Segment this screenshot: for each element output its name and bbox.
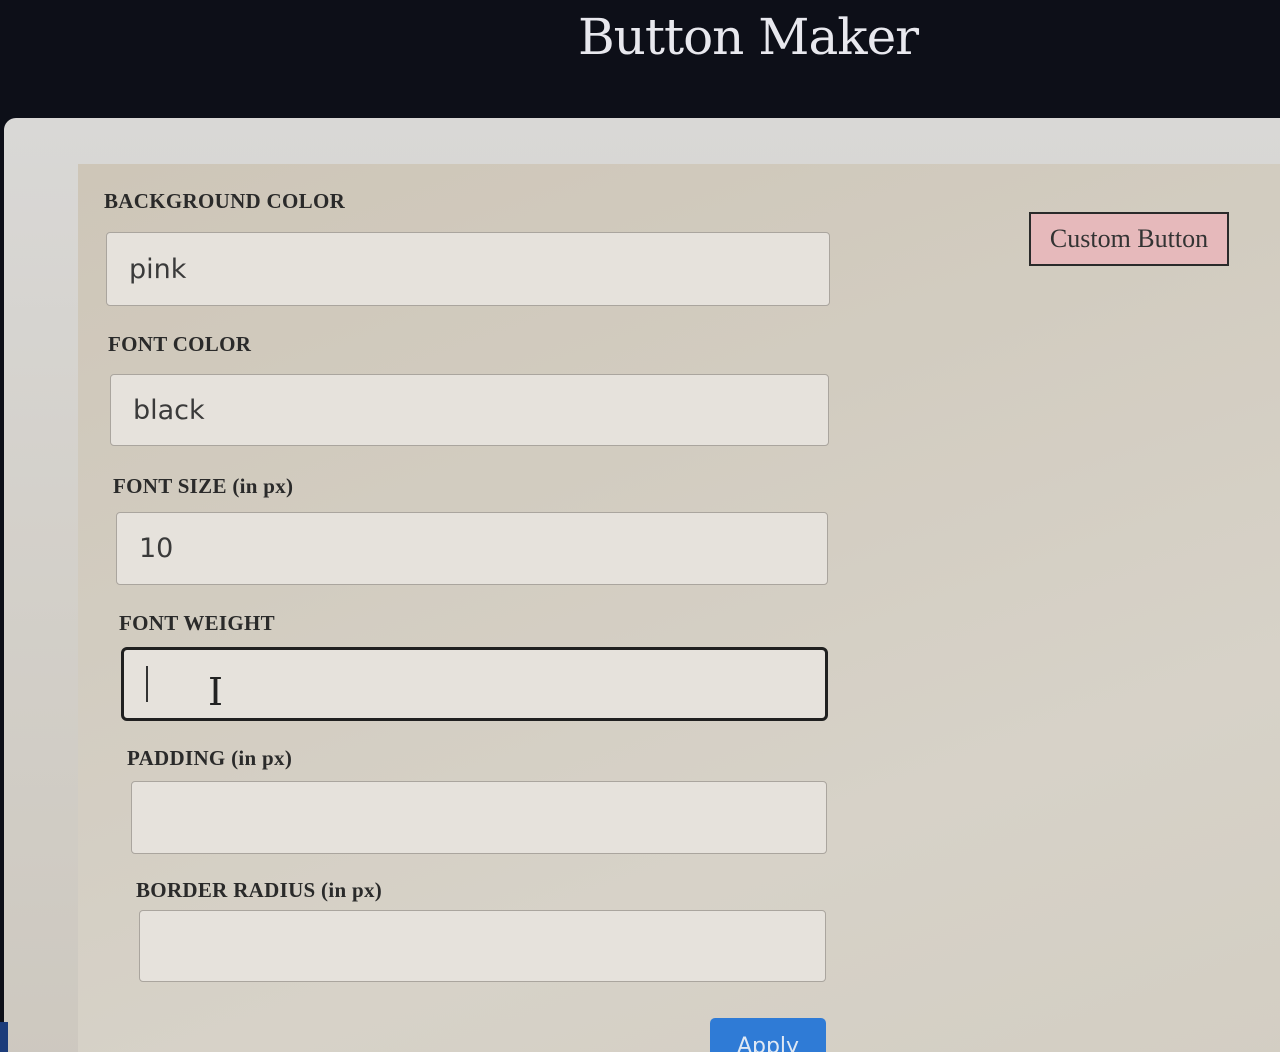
custom-button-preview[interactable]: Custom Button [1029,212,1229,266]
font-size-input[interactable]: 10 [116,512,828,585]
font-color-input[interactable]: black [110,374,829,446]
taskbar-edge [0,1022,8,1052]
background-color-label: BACKGROUND COLOR [104,189,346,213]
i-beam-cursor-icon: I [208,670,224,714]
font-size-value: 10 [139,533,174,564]
font-size-label: FONT SIZE (in px) [113,474,294,498]
background-color-value: pink [129,253,187,285]
padding-input[interactable] [131,781,827,854]
page: Button Maker BACKGROUND COLOR pink FONT … [0,0,1280,1052]
font-color-label: FONT COLOR [108,332,252,356]
border-radius-input[interactable] [139,910,826,982]
text-caret [146,666,148,702]
border-radius-label: BORDER RADIUS (in px) [136,878,383,902]
background-color-input[interactable]: pink [106,232,830,306]
apply-button[interactable]: Apply [710,1018,826,1052]
font-color-value: black [133,394,205,426]
font-weight-input[interactable] [121,647,828,721]
apply-button-label: Apply [736,1034,800,1052]
font-weight-label: FONT WEIGHT [119,611,275,635]
padding-label: PADDING (in px) [127,746,293,770]
page-title: Button Maker [577,8,919,66]
